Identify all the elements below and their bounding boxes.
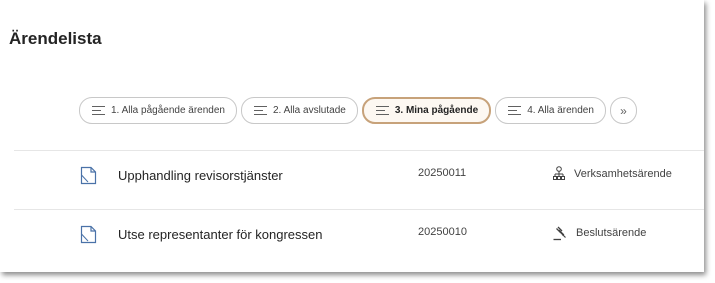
filter-label: 4. Alla ärenden	[527, 105, 594, 116]
case-title[interactable]: Utse representanter för kongressen	[118, 227, 323, 242]
case-type: Verksamhetsärende	[552, 166, 672, 182]
table-row[interactable]: Upphandling revisorstjänster 20250011 Ve…	[14, 151, 704, 209]
org-chart-icon	[553, 166, 565, 180]
page-title: Ärendelista	[9, 29, 102, 48]
list-icon	[254, 106, 267, 115]
filter-label: 1. Alla pågående ärenden	[111, 105, 225, 116]
document-icon	[80, 225, 97, 244]
list-icon	[508, 106, 522, 115]
case-type-label: Beslutsärende	[576, 227, 647, 239]
filter-my-ongoing[interactable]: 3. Mina pågående	[361, 97, 492, 124]
list-icon	[375, 106, 389, 115]
filter-all-ongoing[interactable]: 1. Alla pågående ärenden	[79, 97, 237, 124]
case-number: 20250010	[418, 226, 467, 238]
case-type: Beslutsärende	[552, 225, 646, 241]
more-filters-button[interactable]: »	[609, 97, 637, 124]
case-list-panel: Ärendelista 1. Alla pågående ärenden 2. …	[0, 0, 704, 272]
document-icon	[80, 166, 97, 185]
case-type-label: Verksamhetsärende	[574, 168, 672, 180]
gavel-icon	[553, 226, 566, 241]
filter-label: 2. Alla avslutade	[273, 105, 346, 116]
case-title[interactable]: Upphandling revisorstjänster	[118, 168, 283, 183]
filter-all-closed[interactable]: 2. Alla avslutade	[241, 97, 358, 124]
list-icon	[92, 106, 105, 115]
case-number: 20250011	[418, 167, 467, 179]
filter-bar: 1. Alla pågående ärenden 2. Alla avsluta…	[79, 97, 637, 124]
table-row[interactable]: Utse representanter för kongressen 20250…	[14, 210, 704, 268]
filter-label: 3. Mina pågående	[394, 105, 479, 116]
filter-all-cases[interactable]: 4. Alla ärenden	[495, 97, 606, 124]
